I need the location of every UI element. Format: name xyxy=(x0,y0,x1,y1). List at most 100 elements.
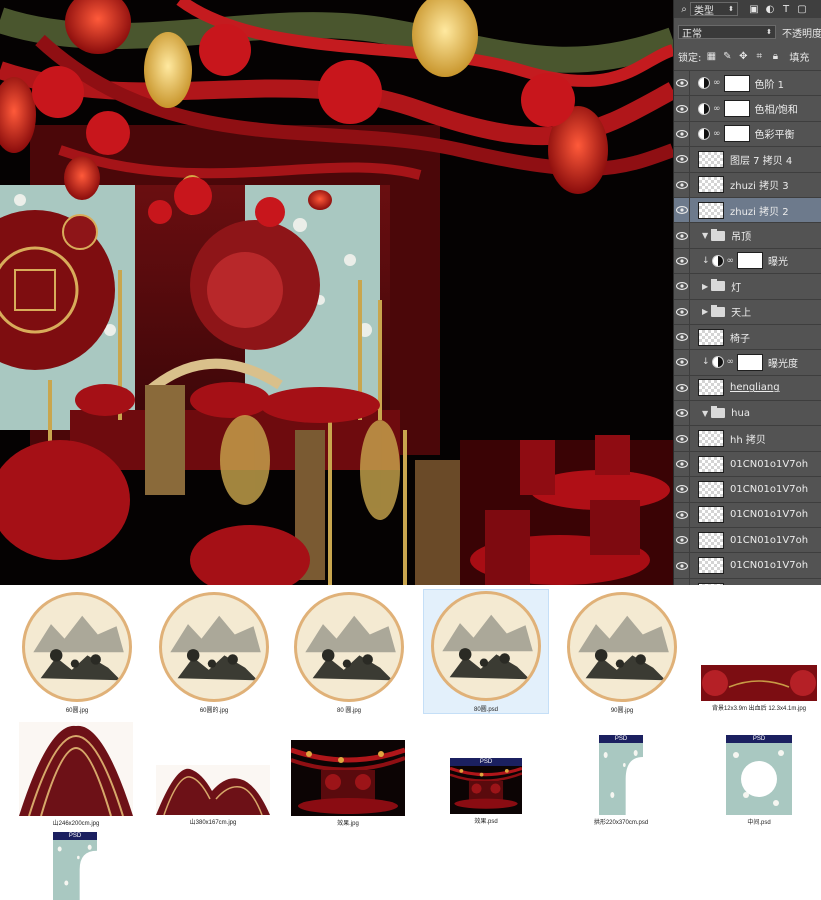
file-tile[interactable]: 山246x200cm.jpg xyxy=(18,722,134,827)
layer-row[interactable]: ↓ ∞ 曝光 xyxy=(674,247,821,274)
file-thumbnail[interactable]: PSD xyxy=(599,735,643,815)
file-thumbnail[interactable] xyxy=(430,590,542,702)
group-expanded-icon[interactable]: ▼ xyxy=(702,409,708,418)
layer-thumbnail[interactable] xyxy=(698,480,724,498)
lock-transparency-icon[interactable]: ▦ xyxy=(705,50,717,62)
layer-row[interactable]: 01CN01o1V7oh xyxy=(674,527,821,553)
file-tile[interactable]: 80圆.psd xyxy=(423,589,549,714)
visibility-eye-icon[interactable] xyxy=(674,147,690,172)
visibility-eye-icon[interactable] xyxy=(674,350,690,375)
blend-mode-select[interactable]: 正常 ⬍ xyxy=(678,25,776,40)
visibility-eye-icon[interactable] xyxy=(674,274,690,299)
visibility-eye-icon[interactable] xyxy=(674,172,690,197)
layer-thumbnail[interactable] xyxy=(698,557,724,575)
group-collapsed-icon[interactable]: ▶ xyxy=(702,307,708,316)
adjustment-filter-icon[interactable]: ◐ xyxy=(764,3,776,15)
layer-row[interactable]: 椅子 xyxy=(674,323,821,350)
layer-thumbnail[interactable] xyxy=(698,150,724,168)
file-thumbnail[interactable] xyxy=(158,591,270,703)
link-chain-icon[interactable]: ∞ xyxy=(727,256,735,266)
visibility-eye-icon[interactable] xyxy=(674,477,690,502)
layer-mask-thumbnail[interactable] xyxy=(723,74,750,92)
file-tile[interactable]: 90圆.jpg xyxy=(563,591,681,714)
lock-pixels-icon[interactable]: ✎ xyxy=(721,50,733,62)
file-thumbnail[interactable] xyxy=(19,722,133,816)
layer-row[interactable]: 01CN01o1V7oh xyxy=(674,552,821,578)
layer-row[interactable]: ↓ ∞ 曝光度 xyxy=(674,349,821,375)
layer-row[interactable]: hh 拷贝 xyxy=(674,425,821,451)
layer-row[interactable]: ∞ 色相/饱和 xyxy=(674,95,821,121)
layer-thumbnail[interactable] xyxy=(698,531,724,549)
document-canvas[interactable] xyxy=(0,0,673,585)
visibility-eye-icon[interactable] xyxy=(674,528,690,553)
layer-thumbnail[interactable] xyxy=(698,506,724,524)
file-tile[interactable]: 山380x167cm.jpg xyxy=(155,765,271,826)
file-tile[interactable]: PSD 中间.psd xyxy=(725,735,793,826)
file-thumbnail[interactable]: PSD xyxy=(53,832,97,900)
layer-mask-thumbnail[interactable] xyxy=(723,125,750,143)
shape-filter-icon[interactable]: ▢ xyxy=(796,3,808,15)
visibility-eye-icon[interactable] xyxy=(674,197,690,223)
type-filter-icon[interactable]: T xyxy=(780,3,792,15)
file-tile[interactable]: 60圆.jpg xyxy=(18,591,136,714)
file-thumbnail[interactable] xyxy=(156,765,270,815)
file-tile[interactable]: PSD 拱形220x370cm.psd xyxy=(594,735,648,826)
layer-row[interactable]: ▶ 灯 xyxy=(674,273,821,299)
artboard-lock-icon[interactable]: ⌗ xyxy=(753,50,765,62)
layer-row[interactable]: 图层 7 拷贝 4 xyxy=(674,146,821,172)
layer-row[interactable]: ▼ 吊顶 xyxy=(674,222,821,248)
file-thumbnail[interactable] xyxy=(21,591,133,703)
layer-kind-filter[interactable]: 类型 ⬍ xyxy=(690,2,738,17)
file-thumbnail[interactable] xyxy=(566,591,678,703)
file-thumbnail[interactable] xyxy=(293,591,405,703)
visibility-eye-icon[interactable] xyxy=(674,71,690,96)
link-chain-icon[interactable]: ∞ xyxy=(727,357,735,367)
file-thumbnail[interactable]: PSD xyxy=(726,735,792,815)
link-chain-icon[interactable]: ∞ xyxy=(713,129,721,139)
visibility-eye-icon[interactable] xyxy=(674,223,690,248)
group-expanded-icon[interactable]: ▼ xyxy=(702,231,708,240)
file-tile[interactable]: PSD 效果.psd xyxy=(447,758,525,825)
visibility-eye-icon[interactable] xyxy=(674,401,690,426)
file-tile[interactable]: 效果.jpg xyxy=(290,740,406,827)
visibility-eye-icon[interactable] xyxy=(674,451,690,477)
layer-row[interactable]: ▶ 天上 xyxy=(674,298,821,324)
file-tile[interactable]: 60圆的.jpg xyxy=(155,591,273,714)
visibility-eye-icon[interactable] xyxy=(674,426,690,451)
file-thumbnail[interactable] xyxy=(701,665,817,701)
lock-position-icon[interactable]: ✥ xyxy=(737,50,749,62)
layer-row[interactable]: ∞ 色彩平衡 xyxy=(674,120,821,147)
layer-thumbnail[interactable] xyxy=(698,430,724,448)
file-tile[interactable]: 80 圆.jpg xyxy=(290,591,408,714)
layer-row[interactable]: ∞ 色阶 1 xyxy=(674,70,821,96)
file-tile[interactable]: 背景12x3.9m 出血后 12.3x4.1m.jpg xyxy=(700,665,818,712)
visibility-eye-icon[interactable] xyxy=(674,553,690,578)
visibility-eye-icon[interactable] xyxy=(674,324,690,350)
layer-row[interactable]: 01CN01o1V7oh xyxy=(674,450,821,477)
layer-row[interactable]: zhuzi 拷贝 3 xyxy=(674,171,821,197)
file-tile[interactable]: PSD xyxy=(52,832,98,900)
layer-row[interactable]: 01CN01o1V7oh xyxy=(674,501,821,528)
layer-thumbnail[interactable] xyxy=(698,328,724,346)
layer-row[interactable]: 01CN01o1V7oh xyxy=(674,476,821,502)
layer-thumbnail[interactable] xyxy=(698,379,724,397)
visibility-eye-icon[interactable] xyxy=(674,121,690,147)
layer-thumbnail[interactable] xyxy=(698,455,724,473)
link-chain-icon[interactable]: ∞ xyxy=(713,78,721,88)
image-filter-icon[interactable]: ▣ xyxy=(748,3,760,15)
layer-row[interactable]: hh 拷贝 8 xyxy=(674,577,821,585)
visibility-eye-icon[interactable] xyxy=(674,375,690,401)
lock-all-icon[interactable]: 🔒︎ xyxy=(769,50,781,62)
layer-thumbnail[interactable] xyxy=(698,201,724,219)
layer-mask-thumbnail[interactable] xyxy=(737,353,764,371)
visibility-eye-icon[interactable] xyxy=(674,248,690,274)
layer-thumbnail[interactable] xyxy=(698,176,724,194)
visibility-eye-icon[interactable] xyxy=(674,299,690,324)
layer-mask-thumbnail[interactable] xyxy=(723,100,750,118)
layer-row[interactable]: zhuzi 拷贝 2 xyxy=(674,196,821,223)
layer-row[interactable]: hengliang xyxy=(674,374,821,401)
visibility-eye-icon[interactable] xyxy=(674,502,690,528)
layer-row[interactable]: ▼ hua xyxy=(674,400,821,426)
layer-mask-thumbnail[interactable] xyxy=(737,252,764,270)
file-thumbnail[interactable] xyxy=(291,740,405,816)
